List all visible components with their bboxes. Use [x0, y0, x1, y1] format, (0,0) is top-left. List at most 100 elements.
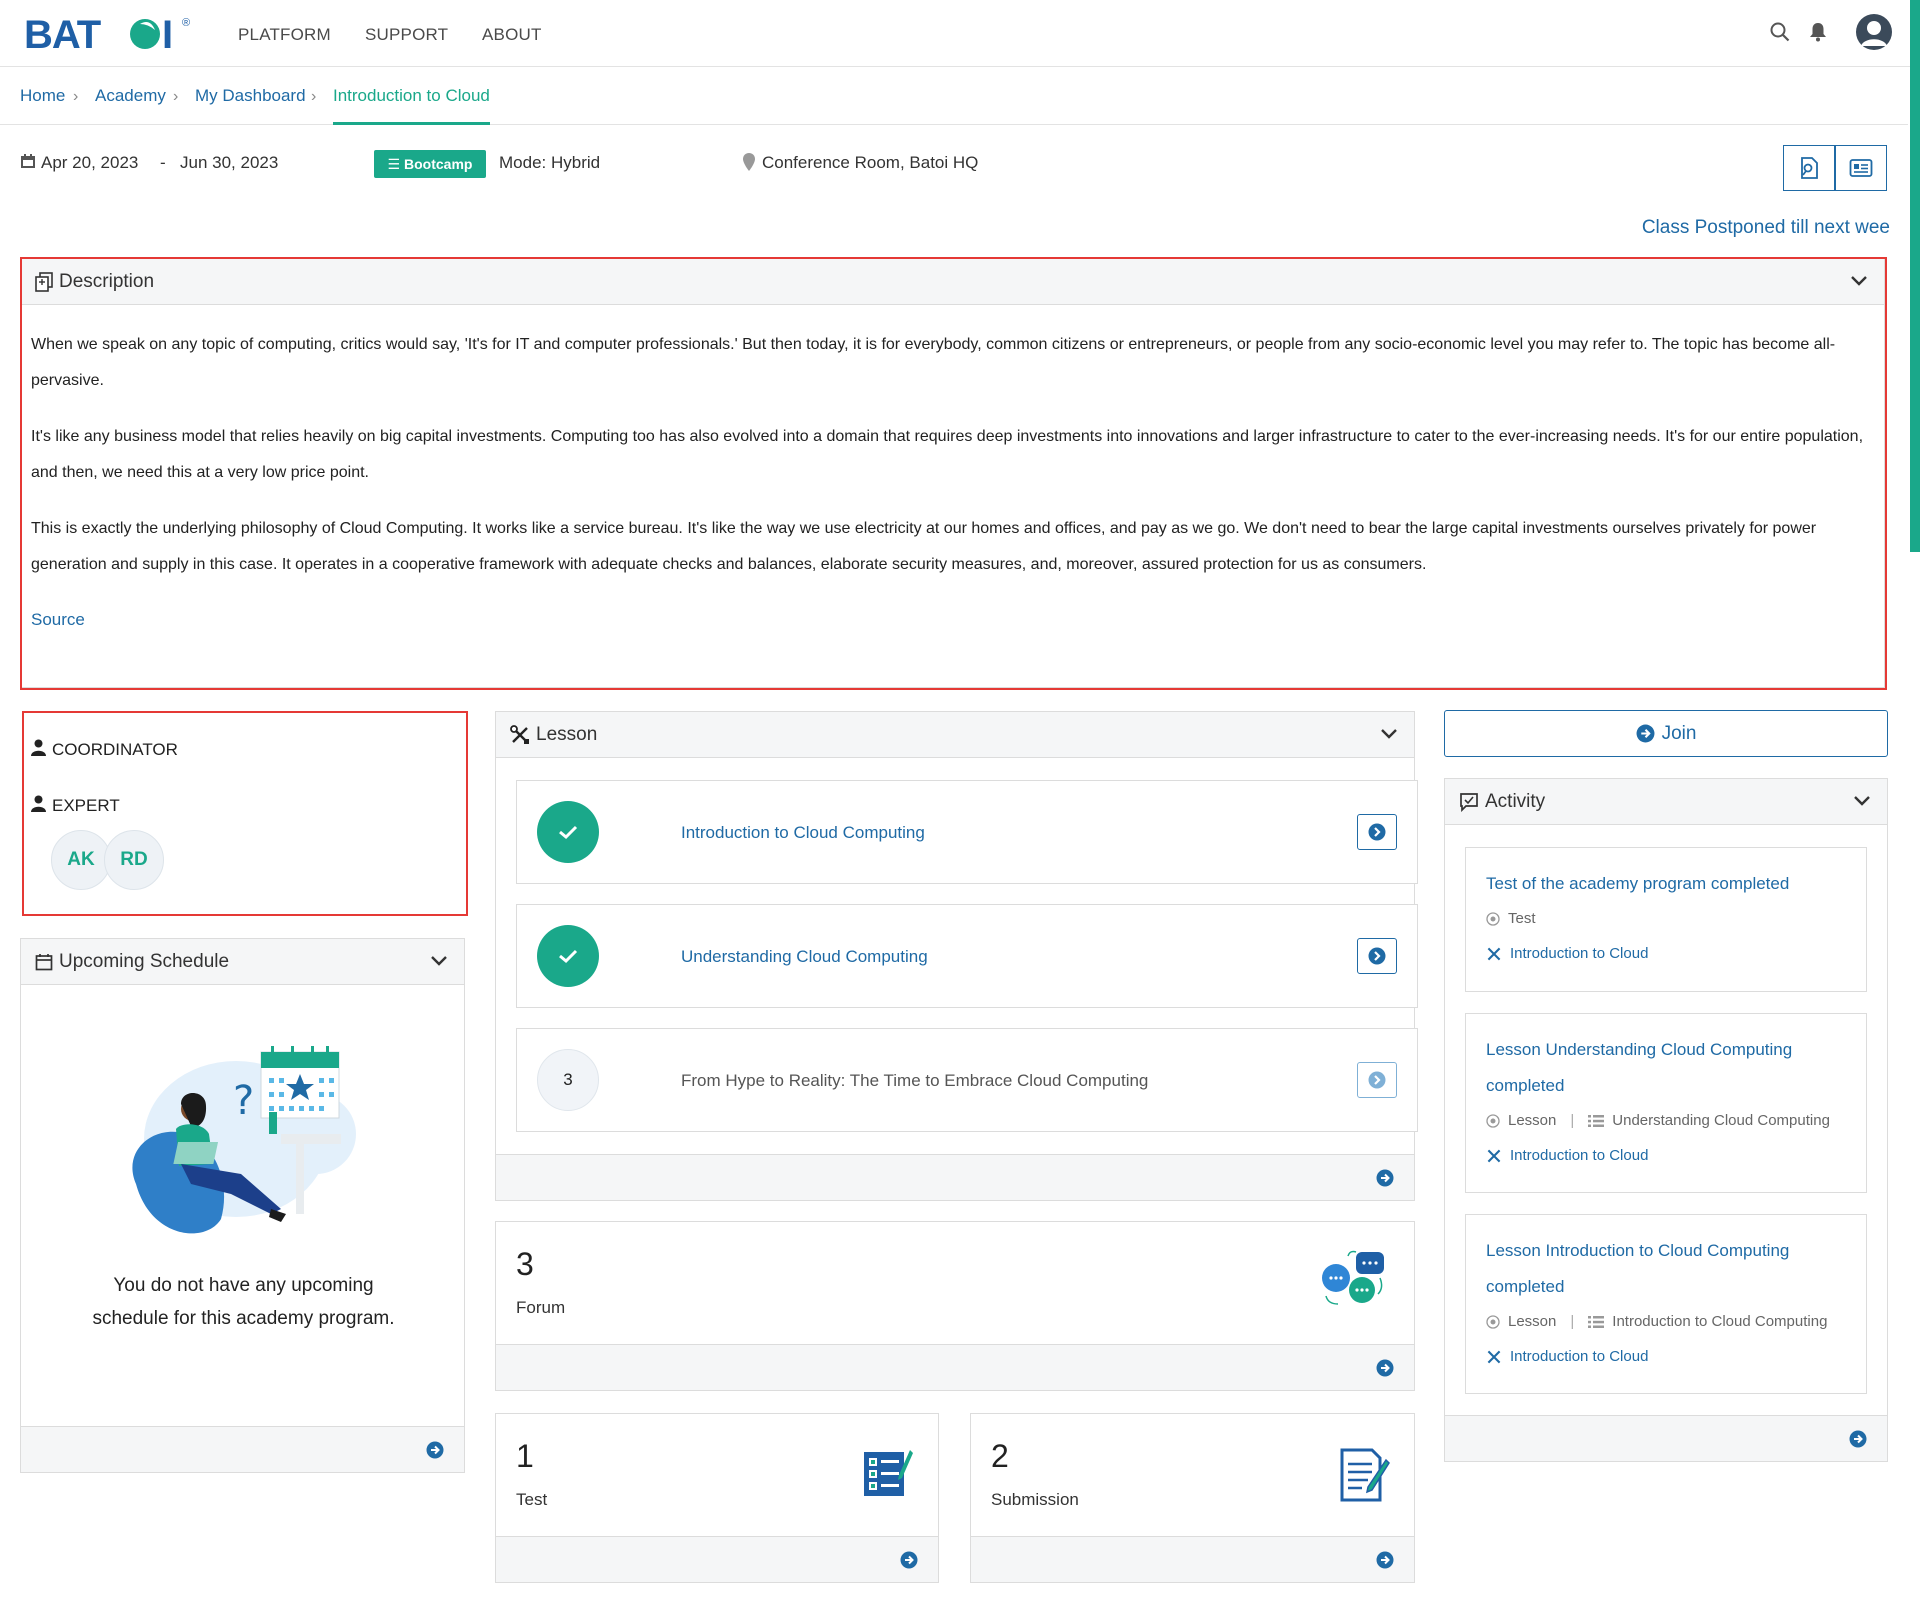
- id-card-icon: [1849, 159, 1873, 177]
- arrow-right-circle-icon: [1368, 947, 1386, 965]
- batoi-logo[interactable]: BAT I ®: [24, 12, 200, 54]
- chevron-down-icon[interactable]: [1850, 274, 1868, 288]
- arrow-right-circle-icon[interactable]: [1376, 1359, 1394, 1377]
- chevron-right-icon: ›: [311, 88, 317, 105]
- source-link[interactable]: Source: [31, 610, 85, 630]
- activity-title: Activity: [1485, 790, 1546, 812]
- activity-item-title[interactable]: Lesson Understanding Cloud Computing com…: [1486, 1032, 1856, 1104]
- bell-icon[interactable]: [1809, 22, 1827, 42]
- expert-avatar[interactable]: AK: [51, 830, 111, 890]
- location-label: Conference Room, Batoi HQ: [762, 153, 979, 172]
- activity-program-label: Introduction to Cloud: [1510, 1147, 1649, 1164]
- test-card[interactable]: 1 Test: [495, 1413, 939, 1583]
- join-button[interactable]: Join: [1444, 710, 1888, 757]
- forum-footer: [496, 1344, 1414, 1390]
- activity-program-link[interactable]: Introduction to Cloud: [1486, 1147, 1648, 1164]
- breadcrumb-home[interactable]: Home: [20, 86, 65, 106]
- class-notice: Class Postponed till next wee: [1641, 217, 1890, 238]
- upcoming-schedule-panel: Upcoming Schedule ? You do not have any …: [20, 938, 465, 1473]
- certificate-button[interactable]: [1783, 145, 1835, 191]
- schedule-footer: [21, 1426, 464, 1472]
- top-navigation-bar: BAT I ® PLATFORM SUPPORT ABOUT: [0, 0, 1920, 67]
- calendar-outline-icon: [35, 953, 53, 970]
- activity-footer: [1445, 1415, 1887, 1461]
- arrow-right-circle-icon[interactable]: [426, 1441, 444, 1459]
- lesson-item-title[interactable]: From Hype to Reality: The Time to Embrac…: [681, 1071, 1148, 1091]
- arrow-right-circle-icon[interactable]: [1376, 1551, 1394, 1569]
- activity-item[interactable]: Test of the academy program completed Te…: [1465, 847, 1867, 992]
- completed-check-icon: [537, 801, 599, 863]
- user-icon: [31, 795, 46, 812]
- lesson-item[interactable]: Introduction to Cloud Computing: [516, 780, 1418, 884]
- forum-count: 3: [516, 1246, 534, 1282]
- calendar-icon: [21, 154, 35, 168]
- id-card-button[interactable]: [1835, 145, 1887, 191]
- test-footer: [496, 1536, 938, 1582]
- activity-detail-label: Introduction to Cloud Computing: [1612, 1313, 1828, 1330]
- list-icon: [1588, 1315, 1605, 1328]
- chevron-down-icon[interactable]: [430, 954, 448, 968]
- lesson-header[interactable]: Lesson: [496, 712, 1414, 758]
- open-lesson-button[interactable]: [1357, 938, 1397, 974]
- chevron-right-icon: ›: [173, 88, 179, 105]
- tools-icon: [1487, 947, 1501, 960]
- open-lesson-button[interactable]: [1357, 814, 1397, 850]
- breadcrumb-academy[interactable]: Academy: [95, 86, 166, 106]
- description-paragraph: This is exactly the underlying philosoph…: [31, 520, 1817, 573]
- description-header[interactable]: Description: [21, 259, 1884, 305]
- nav-support[interactable]: SUPPORT: [365, 25, 448, 45]
- activity-item-type: Test: [1486, 910, 1536, 927]
- activity-panel: Activity Test of the academy program com…: [1444, 778, 1888, 1462]
- svg-text:BAT: BAT: [24, 13, 101, 54]
- nav-about[interactable]: ABOUT: [482, 25, 542, 45]
- lesson-title: Lesson: [536, 723, 598, 745]
- empty-schedule-illustration: ?: [132, 1046, 356, 1234]
- svg-text:®: ®: [182, 17, 190, 29]
- activity-chat-icon: [1460, 792, 1478, 812]
- activity-program-link[interactable]: Introduction to Cloud: [1486, 1348, 1648, 1365]
- page-scrollbar[interactable]: [1910, 0, 1920, 552]
- submission-card[interactable]: 2 Submission: [970, 1413, 1415, 1583]
- search-icon[interactable]: [1770, 22, 1790, 42]
- empty-schedule-message: You do not have any upcoming schedule fo…: [92, 1275, 395, 1329]
- schedule-title: Upcoming Schedule: [59, 950, 230, 972]
- activity-item[interactable]: Lesson Understanding Cloud Computing com…: [1465, 1013, 1867, 1193]
- tools-icon: [1487, 1350, 1501, 1363]
- user-avatar-icon[interactable]: [1855, 13, 1893, 51]
- lesson-item-title[interactable]: Introduction to Cloud Computing: [681, 823, 925, 843]
- schedule-header[interactable]: Upcoming Schedule: [21, 939, 464, 985]
- arrow-right-circle-icon[interactable]: [900, 1551, 918, 1569]
- arrow-right-circle-icon[interactable]: [1849, 1430, 1867, 1448]
- activity-header[interactable]: Activity: [1445, 779, 1887, 825]
- radio-dot-icon: [1486, 1314, 1500, 1329]
- breadcrumb-my-dashboard[interactable]: My Dashboard: [195, 86, 306, 106]
- activity-program-link[interactable]: Introduction to Cloud: [1486, 945, 1648, 962]
- activity-item[interactable]: Lesson Introduction to Cloud Computing c…: [1465, 1214, 1867, 1394]
- lesson-item[interactable]: Understanding Cloud Computing: [516, 904, 1418, 1008]
- lesson-item[interactable]: 3 From Hype to Reality: The Time to Embr…: [516, 1028, 1418, 1132]
- test-count: 1: [516, 1438, 534, 1474]
- submission-footer: [971, 1536, 1414, 1582]
- open-lesson-button[interactable]: [1357, 1062, 1397, 1098]
- end-date: Jun 30, 2023: [180, 153, 279, 172]
- coordinator-label: COORDINATOR: [52, 740, 178, 759]
- document-edit-icon: [1340, 1448, 1390, 1502]
- description-title: Description: [59, 270, 155, 292]
- expert-avatar[interactable]: RD: [104, 830, 164, 890]
- chevron-down-icon[interactable]: [1380, 727, 1398, 741]
- breadcrumb-active-underline: [333, 122, 490, 125]
- lesson-item-title[interactable]: Understanding Cloud Computing: [681, 947, 928, 967]
- breadcrumb: Home › Academy › My Dashboard › Introduc…: [0, 68, 1908, 125]
- forum-label: Forum: [516, 1298, 566, 1317]
- chevron-right-icon: ›: [73, 88, 79, 105]
- nav-platform[interactable]: PLATFORM: [238, 25, 331, 45]
- separator: |: [1570, 1313, 1575, 1330]
- arrow-right-circle-icon[interactable]: [1376, 1169, 1394, 1187]
- activity-item-title[interactable]: Lesson Introduction to Cloud Computing c…: [1486, 1233, 1856, 1305]
- activity-item-title[interactable]: Test of the academy program completed: [1486, 866, 1856, 902]
- program-type-badge: ☰ Bootcamp: [374, 150, 486, 178]
- description-paragraph: When we speak on any topic of computing,…: [31, 336, 1836, 389]
- badge-label: Bootcamp: [404, 156, 473, 172]
- chevron-down-icon[interactable]: [1853, 794, 1871, 808]
- forum-card[interactable]: 3 Forum: [495, 1221, 1415, 1391]
